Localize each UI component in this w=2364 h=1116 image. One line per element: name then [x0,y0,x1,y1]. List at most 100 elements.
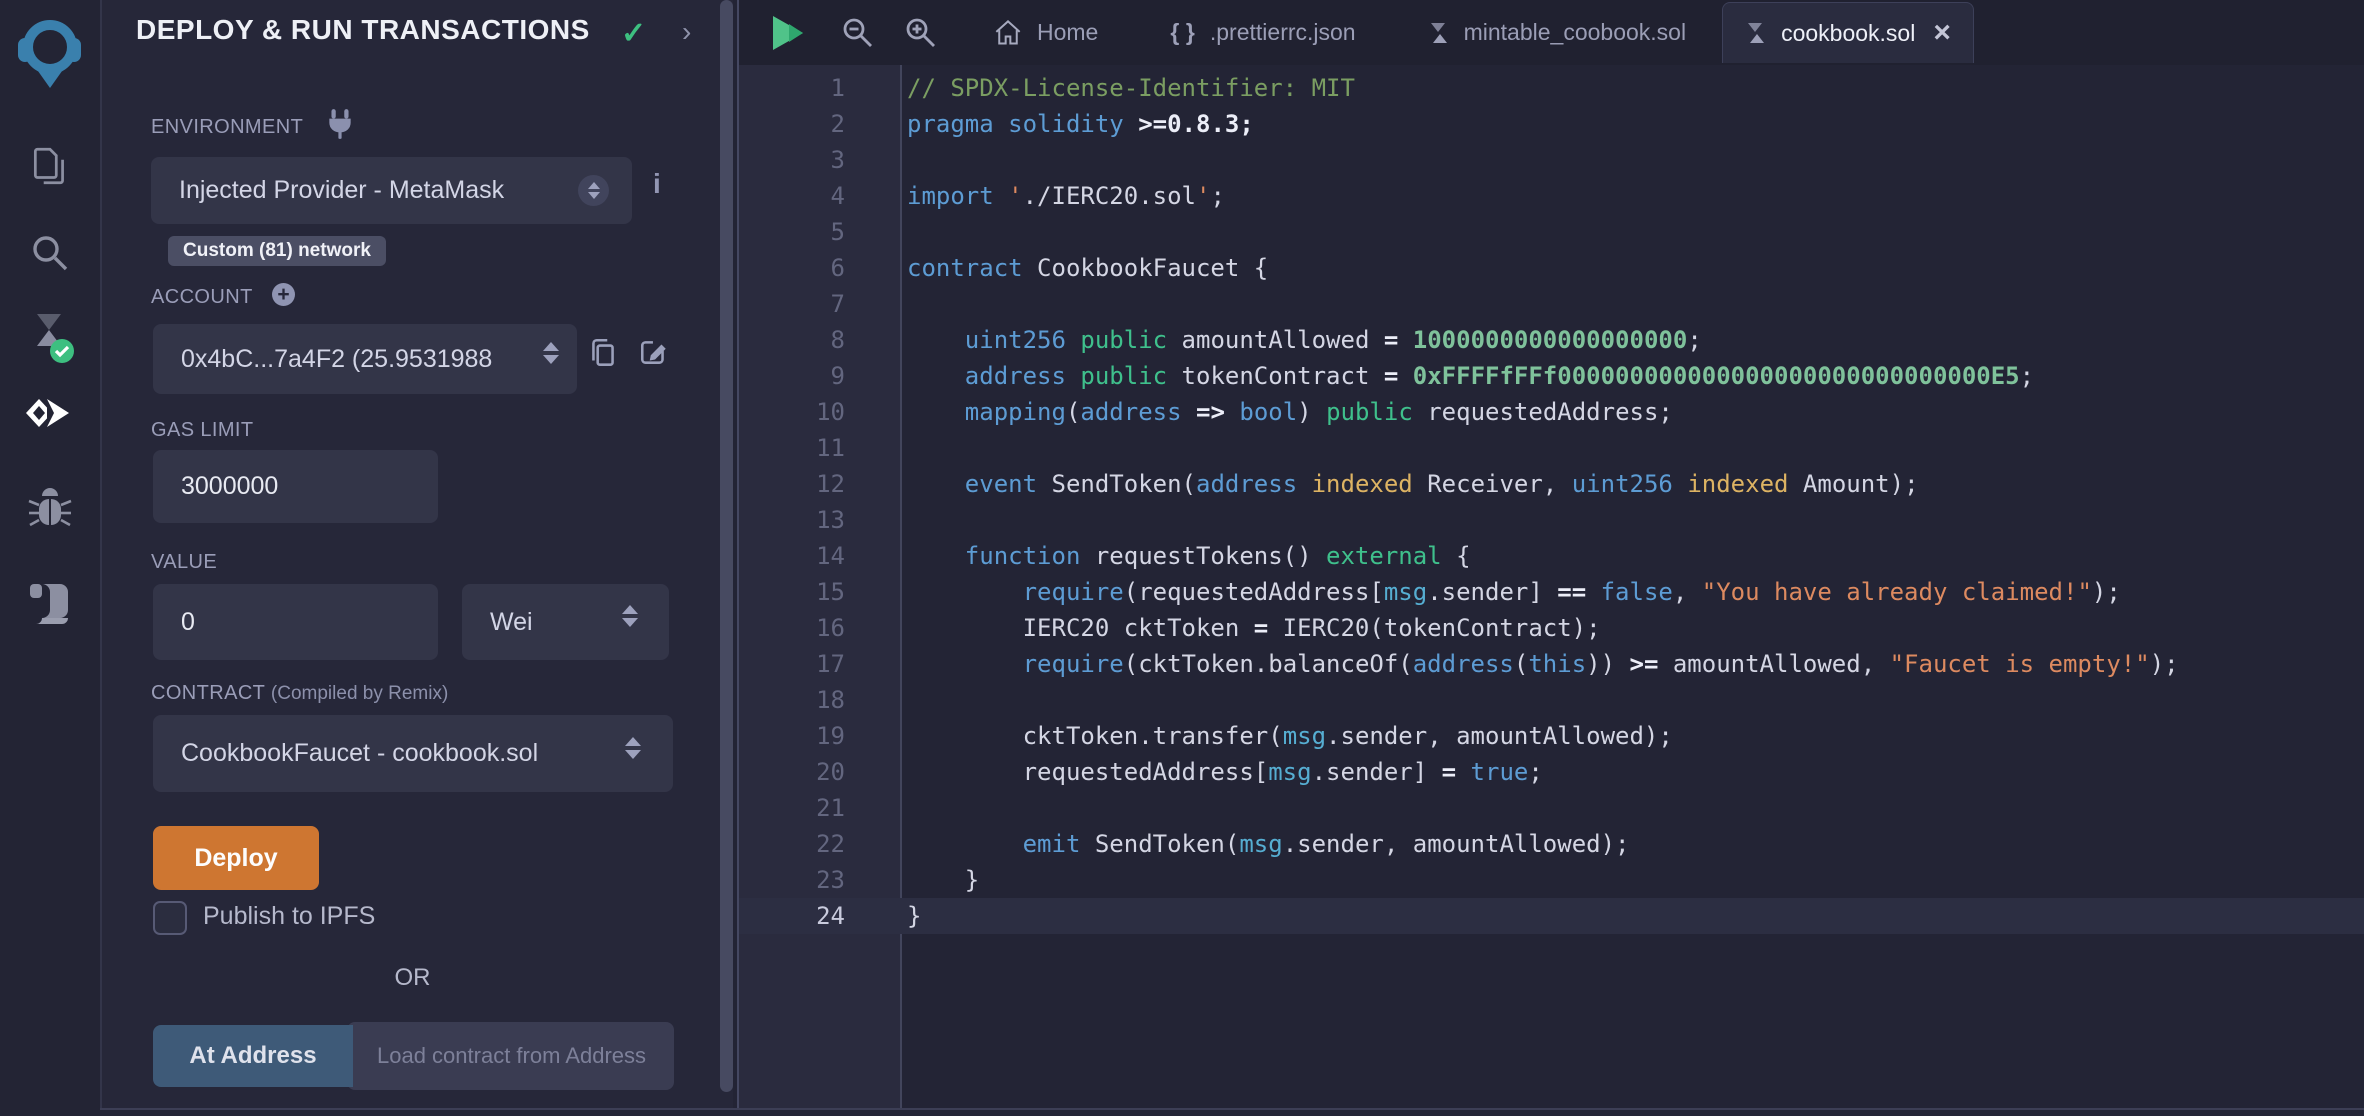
tab-mintable-coobook-sol[interactable]: mintable_coobook.sol [1392,0,1722,65]
debugger-icon[interactable] [0,487,100,533]
environment-value: Injected Provider - MetaMask [179,176,504,205]
code-text: pragma solidity >=0.8.3; [907,106,1254,142]
code-line[interactable]: 18 [739,682,2364,718]
line-number: 9 [739,358,845,394]
solidity-compiler-icon[interactable] [0,312,100,364]
code-line[interactable]: 13 [739,502,2364,538]
at-address-field[interactable] [347,1022,674,1090]
add-account-icon[interactable]: + [272,283,295,306]
environment-select[interactable]: Injected Provider - MetaMask [151,157,632,224]
code-line[interactable]: 16 IERC20 cktToken = IERC20(tokenContrac… [739,610,2364,646]
tab-label: cookbook.sol [1781,20,1915,47]
tab-label: Home [1037,19,1098,46]
account-value: 0x4bC...7a4F2 (25.9531988 [181,345,492,374]
code-line[interactable]: 19 cktToken.transfer(msg.sender, amountA… [739,718,2364,754]
edit-icon[interactable] [638,336,670,373]
contract-value: CookbookFaucet - cookbook.sol [181,739,538,768]
code-line[interactable]: 4import './IERC20.sol'; [739,178,2364,214]
code-line[interactable]: 20 requestedAddress[msg.sender] = true; [739,754,2364,790]
code-line[interactable]: 14 function requestTokens() external { [739,538,2364,574]
code-line[interactable]: 2 pragma solidity >=0.8.3; [739,106,2364,142]
panel-scrollbar[interactable] [720,0,733,1092]
code-line[interactable]: 6contract CookbookFaucet { [739,250,2364,286]
account-select[interactable]: 0x4bC...7a4F2 (25.9531988 [153,324,577,394]
editor-tabbar: Home { }.prettierrc.jsonmintable_coobook.… [739,0,2364,65]
chevron-right-icon[interactable]: › [682,16,691,48]
terminal-top-border[interactable] [100,1108,2364,1116]
code-editor[interactable]: 1 // SPDX-License-Identifier: MIT 2 pragma … [739,65,2364,1108]
contract-note: (Compiled by Remix) [271,683,448,704]
publish-ipfs-label: Publish to IPFS [203,902,375,931]
code-text: // SPDX-License-Identifier: MIT [907,70,1355,106]
value-unit: Wei [490,608,533,637]
solidity-icon [1745,21,1767,45]
code-line[interactable]: 7 [739,286,2364,322]
code-line[interactable]: 15 require(requestedAddress[msg.sender] … [739,574,2364,610]
code-line[interactable]: 12 event SendToken(address indexed Recei… [739,466,2364,502]
code-text: } [907,898,921,934]
plug-icon [326,108,354,145]
code-text: require(requestedAddress[msg.sender] == … [907,574,2121,610]
line-number: 10 [739,394,845,430]
tab-prettierrc-json[interactable]: { }.prettierrc.json [1134,0,1391,65]
zoom-in-icon[interactable] [904,16,938,55]
value-unit-select[interactable]: Wei [462,584,669,660]
code-line[interactable]: 1 // SPDX-License-Identifier: MIT [739,70,2364,106]
file-explorer-icon[interactable] [0,144,100,188]
code-text: IERC20 cktToken = IERC20(tokenContract); [907,610,1601,646]
code-text: requestedAddress[msg.sender] = true; [907,754,1543,790]
search-icon[interactable] [0,232,100,274]
code-line[interactable]: 5 [739,214,2364,250]
code-text: require(cktToken.balanceOf(address(this)… [907,646,2179,682]
info-icon[interactable]: i [653,168,661,200]
deploy-run-panel: DEPLOY & RUN TRANSACTIONS ✓ › ENVIRONMEN… [102,0,733,1116]
code-text: event SendToken(address indexed Receiver… [907,466,1919,502]
tab-cookbook-sol[interactable]: cookbook.sol × [1722,2,1974,63]
code-line[interactable]: 3 [739,142,2364,178]
code-line[interactable]: 17 require(cktToken.balanceOf(address(th… [739,646,2364,682]
code-text: emit SendToken(msg.sender, amountAllowed… [907,826,1629,862]
contract-select[interactable]: CookbookFaucet - cookbook.sol [153,715,673,792]
line-number: 22 [739,826,845,862]
publish-ipfs-checkbox[interactable] [153,901,187,935]
code-line[interactable]: 11 [739,430,2364,466]
run-icon[interactable] [770,13,806,58]
plugin-icon[interactable] [0,580,100,626]
code-text: } [907,862,979,898]
deploy-run-icon[interactable] [0,396,100,442]
code-text: contract CookbookFaucet { [907,250,1268,286]
value-label: VALUE [151,551,217,574]
gas-limit-input[interactable] [179,471,411,502]
code-line[interactable]: 8 uint256 public amountAllowed = 1000000… [739,322,2364,358]
line-number: 1 [739,70,845,106]
gas-limit-field[interactable] [153,450,438,523]
code-line[interactable]: 24} [739,898,2364,934]
at-address-input[interactable] [375,1042,649,1070]
code-line[interactable]: 9 address public tokenContract = 0xFFFFf… [739,358,2364,394]
line-number: 2 [739,106,845,142]
line-number: 23 [739,862,845,898]
code-line[interactable]: 10 mapping(address => bool) public reque… [739,394,2364,430]
line-number: 7 [739,286,845,322]
code-line[interactable]: 21 [739,790,2364,826]
at-address-button[interactable]: At Address [153,1025,353,1087]
value-field[interactable] [153,584,438,660]
line-number: 20 [739,754,845,790]
close-icon[interactable]: × [1933,18,1951,48]
line-number: 19 [739,718,845,754]
line-number: 24 [739,898,845,934]
zoom-out-icon[interactable] [841,16,875,55]
code-line[interactable]: 22 emit SendToken(msg.sender, amountAllo… [739,826,2364,862]
contract-select-arrows-icon [625,737,641,759]
tab-label: .prettierrc.json [1210,19,1356,46]
code-text: uint256 public amountAllowed = 100000000… [907,322,1702,358]
remix-logo[interactable] [0,20,100,90]
copy-icon[interactable] [588,336,618,375]
value-input[interactable] [179,607,411,638]
environment-toggle-icon[interactable] [578,175,609,206]
code-text: address public tokenContract = 0xFFFFfFF… [907,358,2034,394]
activity-bar [0,0,102,1116]
code-line[interactable]: 23 } [739,862,2364,898]
tab-home[interactable]: Home [957,0,1134,65]
deploy-button[interactable]: Deploy [153,826,319,890]
